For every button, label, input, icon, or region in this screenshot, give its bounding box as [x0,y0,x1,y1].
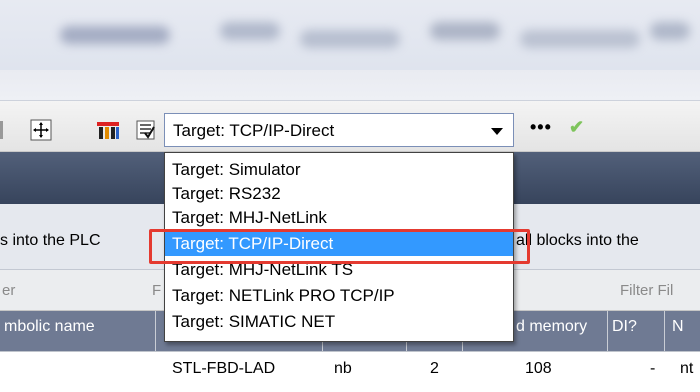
toolbar-separator [0,121,3,139]
column-header-symbolic-name[interactable]: mbolic name [4,318,95,336]
option-netlink-pro[interactable]: Target: NETLink PRO TCP/IP [172,286,395,306]
filter-label-left: er [2,282,16,299]
download-all-text[interactable]: all blocks into the [516,232,639,250]
move-icon[interactable] [30,119,52,141]
download-to-plc-text[interactable]: s into the PLC [0,232,101,250]
highlight-annotation-frame [149,229,530,264]
table-cell-language: STL-FBD-LAD [172,360,276,377]
option-rs232[interactable]: Target: RS232 [172,184,281,204]
table-cell-memory: 108 [525,360,552,377]
blurred-menu-area [0,0,700,70]
target-select[interactable]: Target: TCP/IP-Direct [164,113,514,147]
column-header-di[interactable]: DI? [612,318,637,336]
table-cell-nb: nb [334,360,352,377]
blurred-bar [0,70,700,101]
column-header-memory[interactable]: d memory [516,318,587,336]
target-select-value: Target: TCP/IP-Direct [173,121,335,140]
filter-label-right: Filter Fil [620,282,674,299]
blocks-icon[interactable] [96,119,119,141]
option-mhj-netlink[interactable]: Target: MHJ-NetLink [172,208,327,228]
checklist-icon[interactable] [135,119,157,141]
toolbar: Target: TCP/IP-Direct ••• ✔ [0,101,700,152]
filter-label-mid: F [152,282,162,299]
table-cell-count: 2 [430,360,439,377]
column-header-n[interactable]: N [672,318,684,336]
table-cell-di: - [650,360,656,377]
table-cell-n: nt [680,360,694,377]
option-simatic-net[interactable]: Target: SIMATIC NET [172,312,335,332]
check-icon[interactable]: ✔ [569,117,584,138]
option-simulator[interactable]: Target: Simulator [172,160,301,180]
more-button[interactable]: ••• [530,117,552,138]
chevron-down-icon[interactable] [491,128,503,135]
